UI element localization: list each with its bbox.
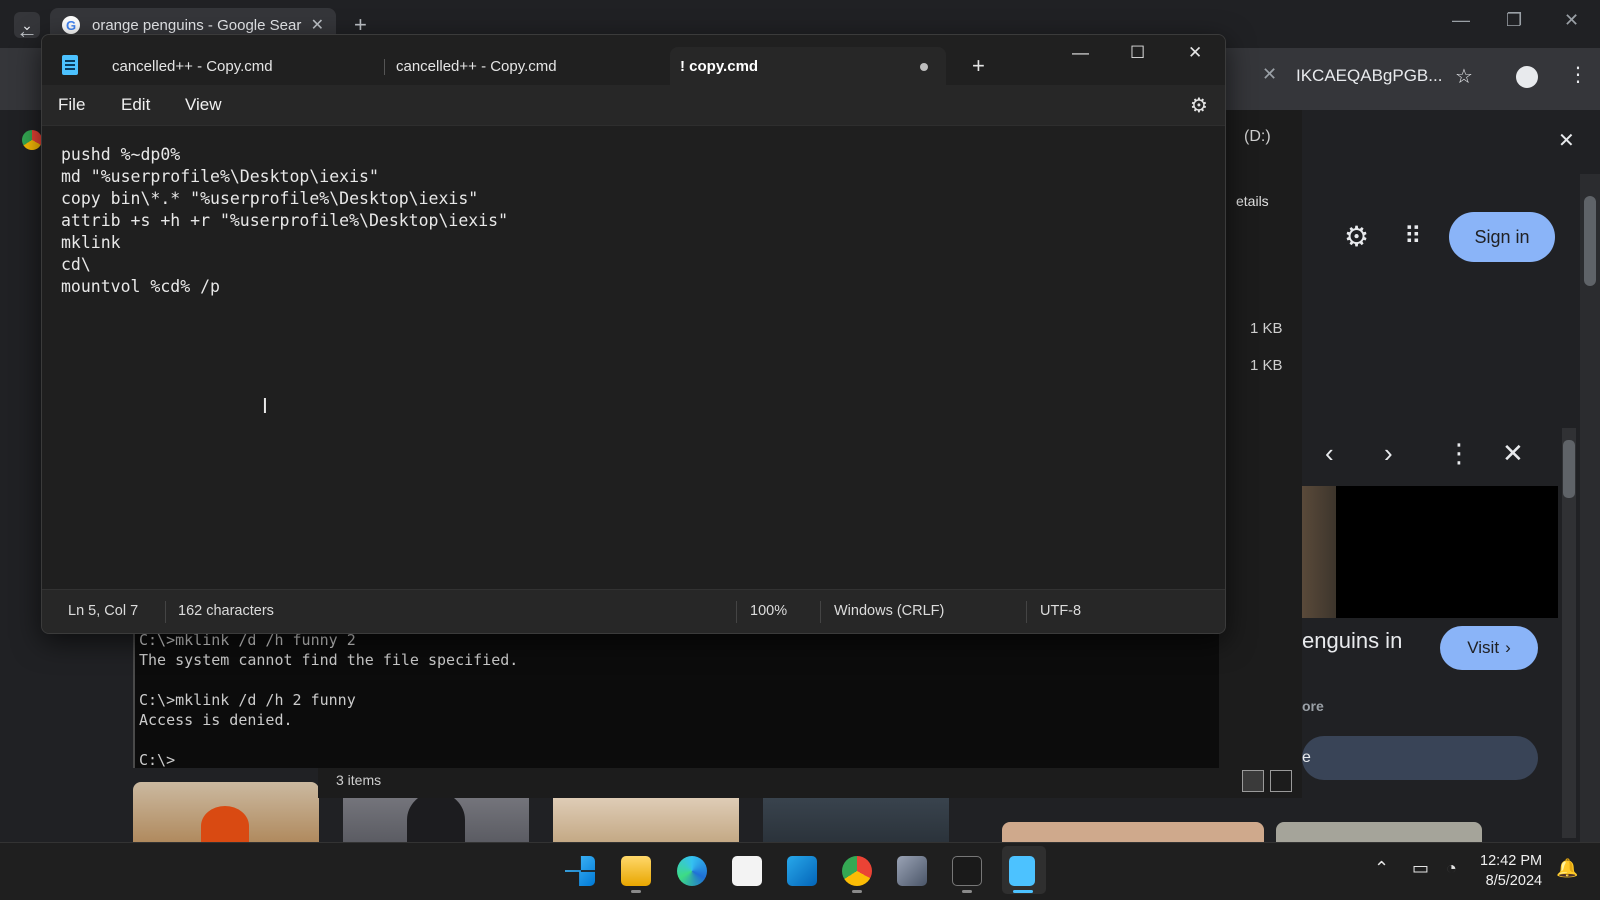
notepad-settings-gear-icon[interactable]: ⚙ — [1190, 93, 1208, 118]
preview-image-edge — [1302, 486, 1336, 618]
running-indicator — [631, 890, 641, 893]
banner-close-icon[interactable]: ✕ — [1558, 128, 1575, 153]
notepad-close-icon[interactable]: ✕ — [1188, 43, 1202, 63]
explorer-item-count: 3 items — [336, 772, 382, 788]
result-thumbnail[interactable] — [1002, 822, 1264, 842]
cursor-position[interactable]: Ln 5, Col 7 — [68, 603, 138, 619]
sign-in-button[interactable]: Sign in — [1449, 212, 1555, 262]
details-view-icon[interactable] — [1242, 770, 1264, 792]
notepad-tab[interactable]: cancelled++ - Copy.cmd — [112, 47, 382, 85]
tab-separator — [384, 59, 385, 75]
encoding[interactable]: UTF-8 — [1040, 603, 1081, 619]
google-logo-icon: G — [62, 16, 80, 34]
notepad-new-tab-plus-icon[interactable]: + — [972, 53, 985, 79]
notepad-tab-label: cancelled++ - Copy.cmd — [112, 57, 273, 75]
active-indicator — [1013, 890, 1033, 893]
notepad-tab[interactable]: cancelled++ - Copy.cmd — [396, 47, 666, 85]
notepad-taskbar-icon[interactable] — [1009, 856, 1035, 886]
terminal-output: C:\>mklink /d /h funny 2 The system cann… — [139, 631, 519, 769]
explorer-status-bar — [318, 768, 1278, 798]
preview-next-chevron-icon[interactable]: › — [1384, 438, 1393, 469]
preview-search-bar[interactable]: e — [1302, 736, 1538, 780]
explorer-details-button[interactable]: etails — [1236, 193, 1269, 209]
chrome-tab-title: orange penguins - Google Sear — [92, 16, 302, 34]
terminal-icon[interactable] — [952, 856, 982, 886]
clock-date: 8/5/2024 — [1485, 873, 1543, 889]
visit-button[interactable]: Visit › — [1440, 626, 1538, 670]
volume-icon[interactable]: ◔ — [1446, 858, 1457, 879]
menu-edit[interactable]: Edit — [121, 95, 150, 115]
file-size: 1 KB — [1250, 320, 1283, 337]
chrome-minimize-icon[interactable]: — — [1452, 10, 1470, 31]
notepad-app-icon — [62, 55, 78, 75]
character-count: 162 characters — [178, 603, 274, 619]
taskbar-clock[interactable]: 12:42 PM 8/5/2024 — [1480, 851, 1542, 891]
back-arrow-icon[interactable]: ← — [16, 18, 38, 44]
omnibox-clear-icon[interactable]: ✕ — [1262, 64, 1277, 85]
tray-overflow-chevron-icon[interactable]: ⌃ — [1374, 858, 1389, 879]
preview-more-icon[interactable]: ⋮ — [1446, 438, 1472, 469]
status-separator — [1026, 601, 1027, 623]
file-explorer-icon[interactable] — [621, 856, 651, 886]
text-cursor-ibeam-icon: I — [262, 394, 268, 418]
chrome-menu-icon[interactable]: ⋮ — [1568, 62, 1588, 87]
menu-view[interactable]: View — [185, 95, 222, 115]
status-separator — [736, 601, 737, 623]
bookmark-star-icon[interactable]: ☆ — [1455, 64, 1473, 89]
preview-scrollbar-thumb[interactable] — [1563, 440, 1575, 498]
notepad-window: cancelled++ - Copy.cmd cancelled++ - Cop… — [41, 34, 1226, 634]
running-indicator — [852, 890, 862, 893]
profile-avatar-icon[interactable] — [1516, 66, 1538, 88]
terminal-window[interactable]: C:\>mklink /d /h funny 2 The system cann… — [133, 630, 1219, 769]
running-indicator — [962, 890, 972, 893]
preview-search-text: e — [1302, 749, 1311, 766]
result-thumbnail[interactable] — [133, 782, 319, 842]
large-icons-view-icon[interactable] — [1270, 770, 1292, 792]
status-separator — [165, 601, 166, 623]
notepad-tab-label: ! copy.cmd — [680, 57, 759, 75]
visit-label: Visit — [1467, 638, 1500, 657]
edge-browser-icon[interactable] — [677, 856, 707, 886]
notepad-text-content: pushd %~dp0% md "%userprofile%\Desktop\i… — [61, 145, 509, 296]
unsaved-dot-icon[interactable] — [920, 63, 928, 71]
notepad-tab-label: cancelled++ - Copy.cmd — [396, 57, 557, 75]
preview-close-icon[interactable]: ✕ — [1502, 438, 1524, 469]
notepad-maximize-icon[interactable]: ☐ — [1130, 43, 1145, 63]
notepad-tab-active[interactable]: ! copy.cmd — [670, 47, 946, 85]
explorer-drive-label[interactable]: (D:) — [1244, 128, 1271, 146]
preview-image[interactable] — [1336, 486, 1558, 618]
chevron-right-icon: › — [1505, 638, 1511, 657]
clock-time: 12:42 PM — [1480, 853, 1543, 869]
more-link[interactable]: ore — [1302, 698, 1324, 714]
google-apps-grid-icon[interactable]: ⠿ — [1404, 222, 1422, 251]
notepad-text-area[interactable]: pushd %~dp0% md "%userprofile%\Desktop\i… — [42, 125, 1225, 589]
chrome-close-icon[interactable]: ✕ — [1564, 10, 1579, 31]
notepad-minimize-icon[interactable]: — — [1072, 43, 1089, 63]
page-scrollbar-thumb[interactable] — [1584, 196, 1596, 286]
game-app-icon[interactable] — [897, 856, 927, 886]
outlook-new-icon[interactable] — [787, 856, 817, 886]
close-tab-icon[interactable]: ✕ — [311, 15, 324, 35]
preview-title[interactable]: enguins in — [1302, 628, 1402, 654]
network-icon[interactable]: ▭ — [1412, 858, 1429, 879]
chrome-icon[interactable] — [842, 856, 872, 886]
chrome-logo-icon — [22, 130, 42, 150]
zoom-level[interactable]: 100% — [750, 603, 787, 619]
omnibox-url[interactable]: IKCAEQABgPGB... — [1296, 66, 1442, 86]
chrome-restore-icon[interactable]: ❐ — [1506, 10, 1522, 31]
status-separator — [820, 601, 821, 623]
result-thumbnail[interactable] — [1276, 822, 1482, 842]
line-ending[interactable]: Windows (CRLF) — [834, 603, 944, 619]
google-settings-gear-icon[interactable]: ⚙ — [1344, 220, 1369, 253]
file-size: 1 KB — [1250, 357, 1283, 374]
microsoft-store-icon[interactable] — [732, 856, 762, 886]
preview-prev-chevron-icon[interactable]: ‹ — [1325, 438, 1334, 469]
menu-file[interactable]: File — [58, 95, 85, 115]
notification-bell-icon[interactable]: 🔔 — [1556, 858, 1578, 879]
